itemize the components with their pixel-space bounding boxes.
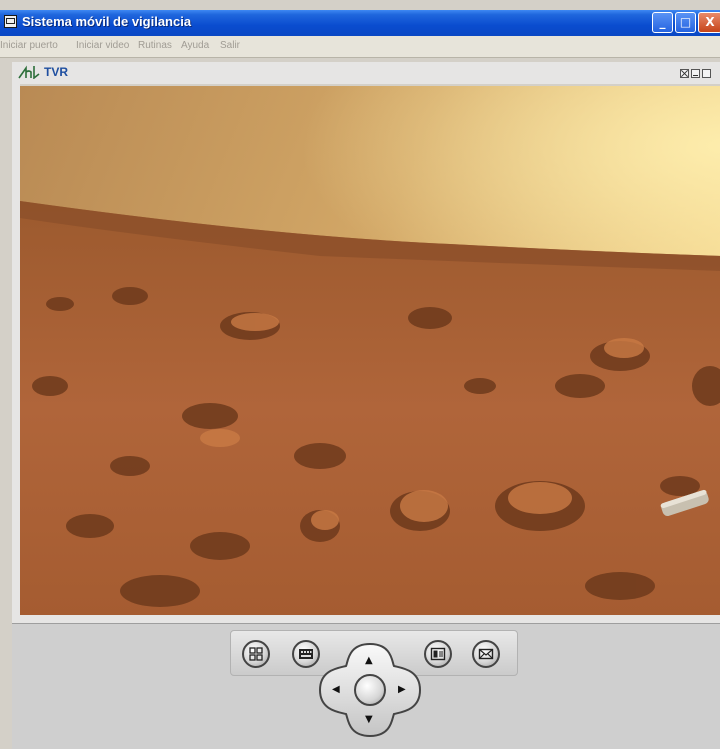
windows-button[interactable] [242,640,270,668]
windows-icon [249,647,263,661]
app-icon [4,15,17,28]
viewer-close-icon[interactable] [680,69,689,78]
dpad-right-button[interactable]: ▶ [398,685,406,695]
menu-iniciar-puerto[interactable]: Iniciar puerto [0,40,58,51]
video-panel-icon [430,647,446,661]
dpad-center-button[interactable] [354,674,386,706]
menu-ayuda[interactable]: Ayuda [181,40,209,51]
video-panel-button[interactable] [424,640,452,668]
app-window: Sistema móvil de vigilancia _ □ X Inicia… [0,0,720,749]
mail-icon [478,648,494,660]
minimize-button[interactable]: _ [652,12,673,33]
window-title: Sistema móvil de vigilancia [22,14,192,29]
dpad-down-button[interactable]: ▼ [365,715,373,725]
menu-iniciar-video[interactable]: Iniciar video [76,40,129,51]
menu-rutinas[interactable]: Rutinas [138,40,172,51]
dpad-up-button[interactable]: ▲ [365,656,373,666]
dpad-left-button[interactable]: ◀ [332,685,340,695]
menu-bar: Iniciar puerto Iniciar video Rutinas Ayu… [0,36,720,58]
video-feed [20,86,720,615]
viewer-header: TVR [12,62,720,84]
keyboard-icon [299,649,313,659]
direction-pad: ▲ ▼ ◀ ▶ [318,640,422,740]
keyboard-button[interactable] [292,640,320,668]
close-button[interactable]: X [698,12,720,33]
viewer-border [12,84,20,616]
ht-logo-icon [18,65,40,79]
viewer-bottom-border [12,615,720,623]
mail-button[interactable] [472,640,500,668]
viewer-minimize-icon[interactable] [691,69,700,78]
menu-salir[interactable]: Salir [220,40,240,51]
maximize-button[interactable]: □ [675,12,696,33]
title-bar[interactable]: Sistema móvil de vigilancia _ □ X [0,10,720,36]
brand-label: TVR [44,65,68,79]
viewer-maximize-icon[interactable] [702,69,711,78]
